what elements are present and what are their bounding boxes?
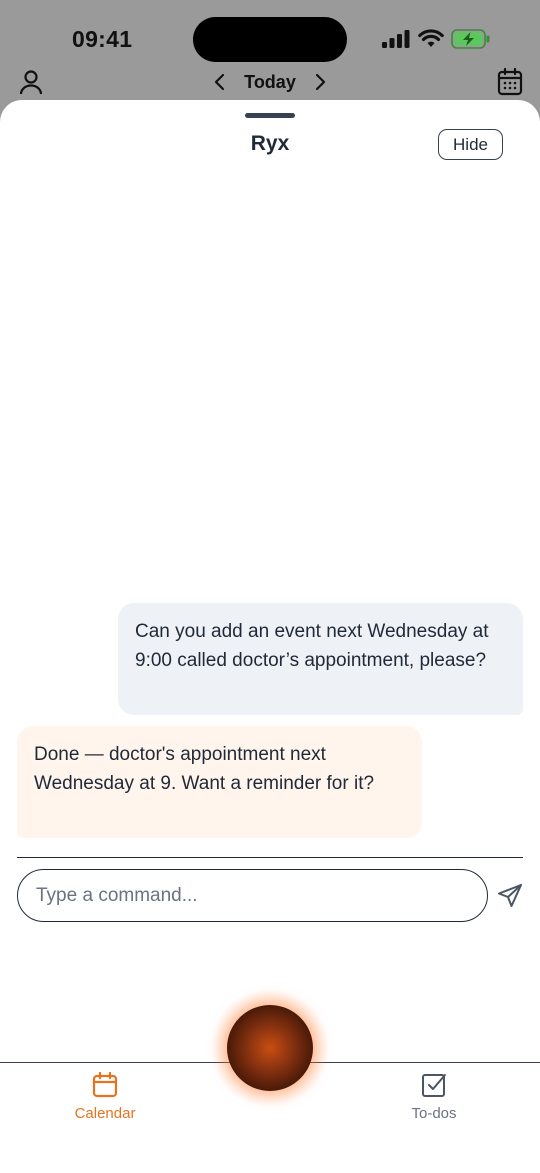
checkbox-icon <box>422 1074 446 1097</box>
chevron-right-icon[interactable] <box>312 73 328 91</box>
tab-calendar-label: Calendar <box>74 1105 136 1122</box>
user-message: Can you add an event next Wednesday at 9… <box>118 603 523 715</box>
profile-icon[interactable] <box>19 69 43 95</box>
tab-calendar[interactable]: Calendar <box>45 1071 165 1122</box>
sheet-grabber[interactable] <box>245 113 295 118</box>
battery-charging-icon <box>451 29 490 49</box>
voice-assistant-orb-button[interactable] <box>227 1005 313 1091</box>
command-input-container[interactable] <box>17 869 488 922</box>
calendar-icon <box>92 1071 118 1098</box>
wifi-icon <box>418 29 444 47</box>
chevron-left-icon[interactable] <box>212 73 228 91</box>
assistant-sheet: Ryx Hide Can you add an event next Wedne… <box>0 100 540 1173</box>
tab-todos[interactable]: To-dos <box>374 1072 494 1122</box>
hide-button[interactable]: Hide <box>438 129 503 160</box>
assistant-message: Done — doctor's appointment next Wednesd… <box>17 726 422 838</box>
send-icon[interactable] <box>497 883 523 909</box>
command-input[interactable] <box>36 882 466 910</box>
composer-divider <box>17 857 523 858</box>
status-time: 09:41 <box>72 26 133 52</box>
cellular-signal-icon <box>382 30 410 48</box>
calendar-grid-icon[interactable] <box>497 68 523 96</box>
top-navigation: Today <box>0 62 540 102</box>
dynamic-island <box>193 17 347 62</box>
tab-todos-label: To-dos <box>411 1105 457 1122</box>
date-label: Today <box>244 72 296 92</box>
status-bar: 09:41 <box>0 0 540 62</box>
